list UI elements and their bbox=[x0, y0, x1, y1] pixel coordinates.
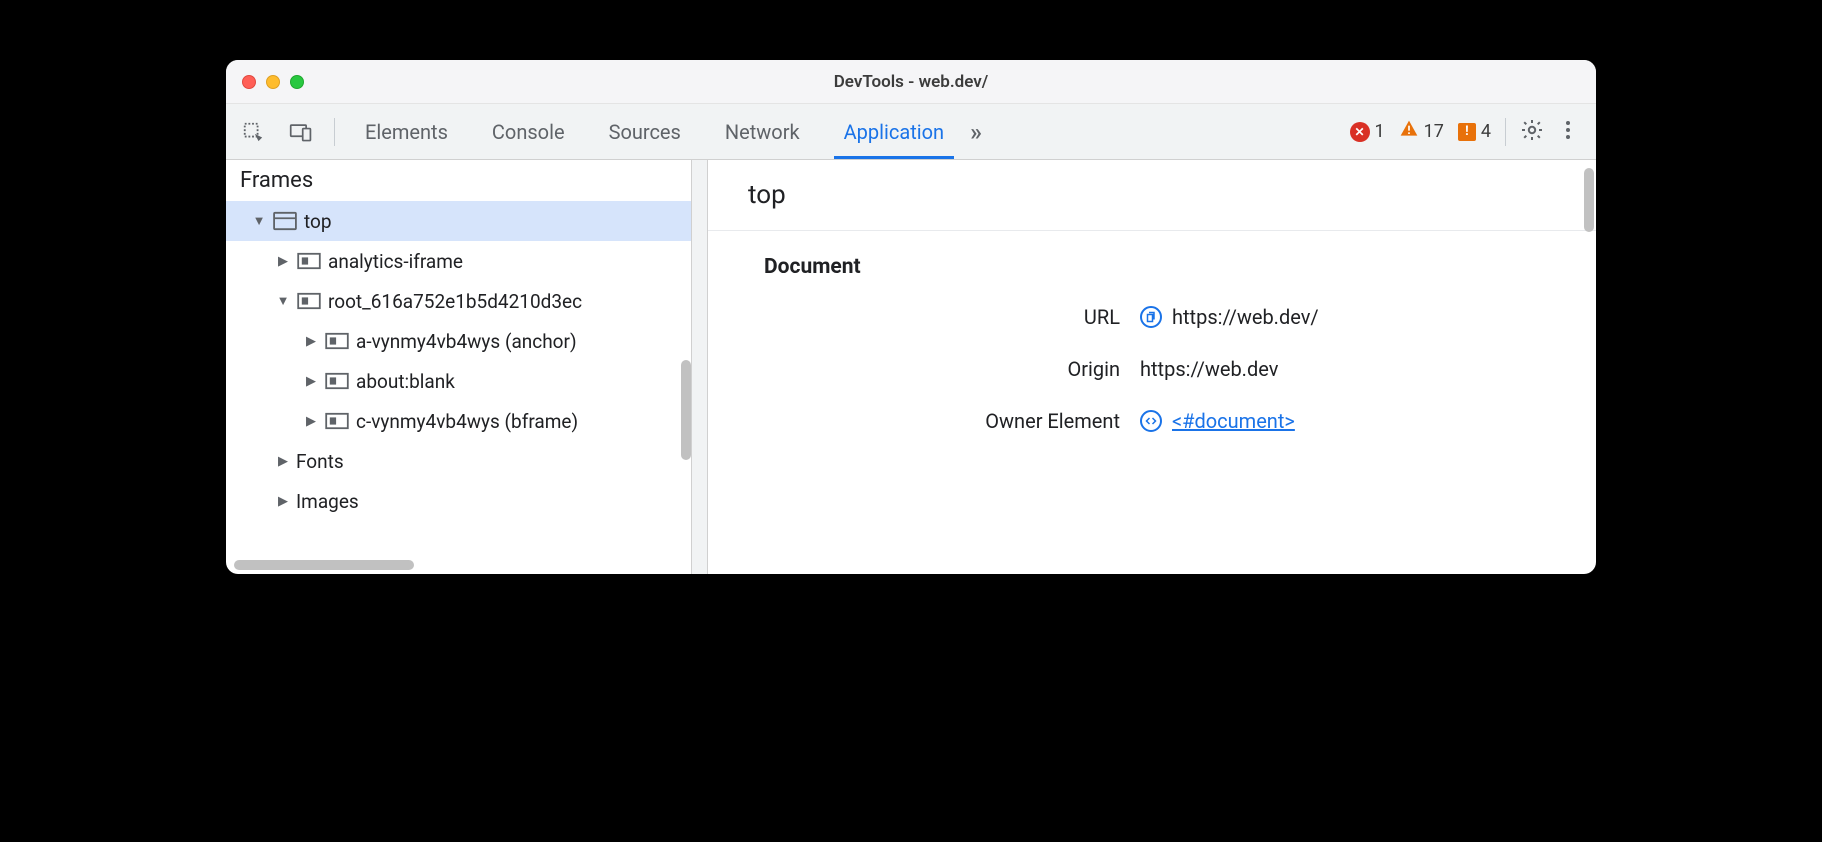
chevron-down-icon[interactable]: ▼ bbox=[252, 213, 266, 229]
detail-row-owner: Owner Element <#document> bbox=[708, 395, 1596, 447]
tree-item[interactable]: ▶ c-vynmy4vb4wys (bframe) bbox=[226, 401, 691, 441]
chevron-down-icon[interactable]: ▼ bbox=[276, 293, 290, 309]
tab-elements[interactable]: Elements bbox=[363, 106, 450, 158]
tab-network[interactable]: Network bbox=[723, 106, 802, 158]
warnings-value: 17 bbox=[1424, 121, 1444, 142]
warnings-count[interactable]: 17 bbox=[1399, 119, 1444, 144]
reveal-element-icon[interactable] bbox=[1140, 410, 1162, 432]
detail-heading: top bbox=[708, 160, 1596, 231]
detail-key-url: URL bbox=[708, 305, 1140, 329]
tab-application[interactable]: Application bbox=[842, 106, 946, 158]
toolbar-separator bbox=[1505, 118, 1506, 146]
error-icon bbox=[1350, 122, 1370, 142]
issues-count[interactable]: 4 bbox=[1458, 121, 1491, 142]
errors-value: 1 bbox=[1375, 121, 1385, 142]
devtools-toolbar: Elements Console Sources Network Applica… bbox=[226, 104, 1596, 160]
issue-icon bbox=[1458, 123, 1476, 141]
chevron-right-icon[interactable]: ▶ bbox=[304, 374, 318, 389]
tree-item[interactable]: ▼ top bbox=[226, 201, 691, 241]
inspect-element-icon[interactable] bbox=[238, 117, 268, 147]
sidebar-vertical-scrollbar[interactable] bbox=[681, 360, 691, 460]
owner-element-link[interactable]: <#document> bbox=[1172, 409, 1295, 433]
status-icons: 1 17 4 bbox=[1350, 118, 1584, 146]
frame-icon bbox=[324, 412, 350, 430]
frame-icon bbox=[296, 252, 322, 270]
tree-item-label: analytics-iframe bbox=[328, 250, 463, 273]
detail-key-origin: Origin bbox=[708, 357, 1140, 381]
close-window-button[interactable] bbox=[242, 75, 256, 89]
detail-key-owner: Owner Element bbox=[708, 409, 1140, 433]
chevron-right-icon[interactable]: ▶ bbox=[276, 254, 290, 269]
tree-item[interactable]: ▶ analytics-iframe bbox=[226, 241, 691, 281]
detail-val-url: https://web.dev/ bbox=[1140, 305, 1319, 329]
window-icon bbox=[272, 211, 298, 231]
detail-row-url: URL https://web.dev/ bbox=[708, 291, 1596, 343]
tree-item-label: a-vynmy4vb4wys (anchor) bbox=[356, 330, 577, 353]
frames-sidebar: Frames ▼ top ▶ analytics-iframe ▼ root_616a75… bbox=[226, 160, 692, 574]
detail-val-owner: <#document> bbox=[1140, 409, 1295, 433]
window-title: DevTools - web.dev/ bbox=[834, 72, 989, 92]
device-toggle-icon[interactable] bbox=[286, 117, 316, 147]
maximize-window-button[interactable] bbox=[290, 75, 304, 89]
traffic-lights bbox=[226, 75, 304, 89]
copy-url-icon[interactable] bbox=[1140, 306, 1162, 328]
tree-item-label: about:blank bbox=[356, 370, 455, 393]
sidebar-heading: Frames bbox=[226, 160, 691, 201]
settings-icon[interactable] bbox=[1520, 118, 1544, 146]
devtools-window: DevTools - web.dev/ Elements Console Sou… bbox=[226, 60, 1596, 574]
panel-tabs: Elements Console Sources Network Applica… bbox=[363, 106, 946, 158]
tab-sources[interactable]: Sources bbox=[607, 106, 683, 158]
frame-detail-panel: top Document URL https://web.dev/ Origin… bbox=[708, 160, 1596, 574]
tree-item-label: top bbox=[304, 210, 332, 233]
chevron-right-icon[interactable]: ▶ bbox=[304, 414, 318, 429]
warning-icon bbox=[1399, 119, 1419, 144]
tree-item-label: Fonts bbox=[296, 450, 344, 473]
frames-tree: ▼ top ▶ analytics-iframe ▼ root_616a752e1b5d4… bbox=[226, 201, 691, 574]
sidebar-horizontal-scrollbar[interactable] bbox=[234, 560, 414, 570]
tree-item[interactable]: ▶ a-vynmy4vb4wys (anchor) bbox=[226, 321, 691, 361]
frame-icon bbox=[324, 332, 350, 350]
chevron-right-icon[interactable]: ▶ bbox=[304, 334, 318, 349]
tree-item[interactable]: ▶ Fonts bbox=[226, 441, 691, 481]
chevron-right-icon[interactable]: ▶ bbox=[276, 494, 290, 509]
detail-row-origin: Origin https://web.dev bbox=[708, 343, 1596, 395]
frame-icon bbox=[296, 292, 322, 310]
titlebar: DevTools - web.dev/ bbox=[226, 60, 1596, 104]
detail-section-title: Document bbox=[708, 231, 1596, 291]
detail-val-origin: https://web.dev bbox=[1140, 357, 1278, 381]
toolbar-separator bbox=[334, 118, 335, 146]
frame-icon bbox=[324, 372, 350, 390]
tree-item-label: root_616a752e1b5d4210d3ec bbox=[328, 290, 582, 313]
issues-value: 4 bbox=[1481, 121, 1491, 142]
tab-console[interactable]: Console bbox=[490, 106, 567, 158]
chevron-right-icon[interactable]: ▶ bbox=[276, 454, 290, 469]
main-split: Frames ▼ top ▶ analytics-iframe ▼ root_616a75… bbox=[226, 160, 1596, 574]
errors-count[interactable]: 1 bbox=[1350, 121, 1385, 142]
tree-item[interactable]: ▶ about:blank bbox=[226, 361, 691, 401]
tabs-overflow-icon[interactable]: » bbox=[964, 118, 988, 146]
tree-item-label: c-vynmy4vb4wys (bframe) bbox=[356, 410, 578, 433]
tree-item-label: Images bbox=[296, 490, 359, 513]
minimize-window-button[interactable] bbox=[266, 75, 280, 89]
more-options-icon[interactable] bbox=[1558, 118, 1578, 146]
origin-value: https://web.dev bbox=[1140, 357, 1278, 381]
tree-item[interactable]: ▼ root_616a752e1b5d4210d3ec bbox=[226, 281, 691, 321]
tree-item[interactable]: ▶ Images bbox=[226, 481, 691, 521]
split-resizer[interactable] bbox=[692, 160, 708, 574]
url-value: https://web.dev/ bbox=[1172, 305, 1319, 329]
detail-vertical-scrollbar[interactable] bbox=[1584, 168, 1594, 232]
